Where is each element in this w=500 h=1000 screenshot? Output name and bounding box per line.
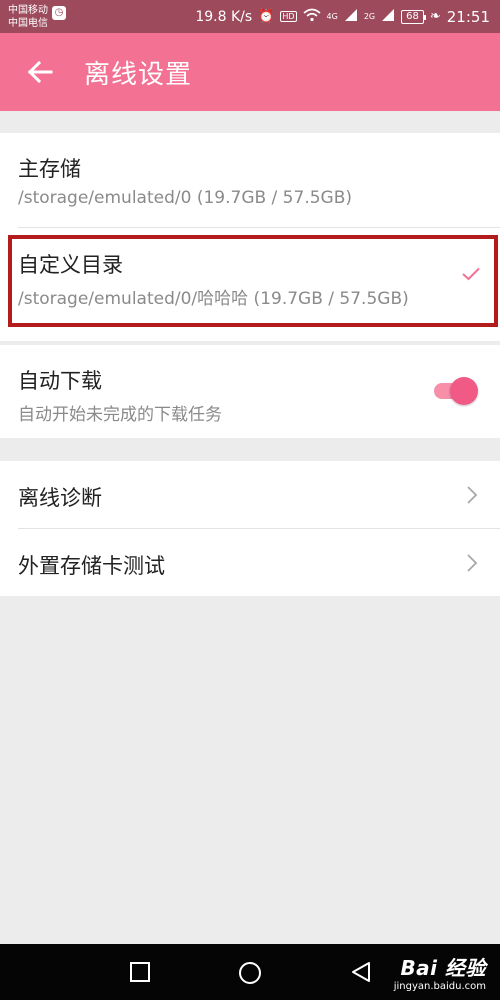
storage-option-path: /storage/emulated/0 (19.7GB / 57.5GB): [18, 188, 353, 208]
network-speed: 19.8 K/s: [195, 8, 253, 25]
chevron-right-icon: [467, 554, 478, 572]
arrow-left-icon: [27, 60, 53, 84]
clock: 21:51: [446, 7, 490, 26]
auto-download-row[interactable]: 自动下载 自动开始未完成的下载任务: [0, 345, 500, 438]
more-settings-section: 离线诊断 外置存储卡测试: [0, 461, 500, 596]
offline-diagnosis-row[interactable]: 离线诊断: [0, 461, 500, 528]
divider: [18, 227, 500, 228]
back-button[interactable]: [24, 56, 56, 88]
storage-option-primary[interactable]: 主存储 /storage/emulated/0 (19.7GB / 57.5GB…: [0, 133, 500, 227]
carrier-2: 中国电信: [8, 17, 48, 29]
system-nav-bar: Bai 经验 jingyan.baidu.com: [0, 944, 500, 1000]
network-2g-label: 2G: [363, 12, 376, 21]
auto-download-title: 自动下载: [18, 369, 102, 393]
storage-option-title: 主存储: [18, 157, 81, 181]
auto-download-section: 自动下载 自动开始未完成的下载任务: [0, 345, 500, 438]
leaf-icon: ❧: [429, 9, 441, 24]
auto-download-subtitle: 自动开始未完成的下载任务: [18, 405, 222, 425]
recents-button[interactable]: [129, 961, 151, 983]
carrier-1: 中国移动: [8, 4, 48, 16]
highlight-annotation: [8, 235, 498, 327]
status-bar: 中国移动 中国电信 ◷ 19.8 K/s ⏰ HD 4G 2G 68 ❧ 21:…: [0, 0, 500, 33]
signal-icon-2: [381, 8, 395, 25]
sd-card-test-row[interactable]: 外置存储卡测试: [0, 529, 500, 596]
alarm-icon: ⏰: [258, 9, 275, 24]
wifi-icon: [303, 8, 321, 25]
watermark-sub: jingyan.baidu.com: [393, 981, 486, 992]
back-nav-button[interactable]: [350, 961, 372, 983]
storage-section: 主存储 /storage/emulated/0 (19.7GB / 57.5GB…: [0, 133, 500, 341]
signal-icon: [344, 8, 358, 25]
network-4g-label: 4G: [326, 12, 338, 21]
app-bar: 离线设置: [0, 33, 500, 111]
hd-badge: HD: [280, 11, 297, 22]
battery-indicator: 68: [401, 9, 426, 24]
chevron-right-icon: [467, 486, 478, 504]
watermark-main: Bai 经验: [400, 956, 486, 980]
notification-icon: ◷: [52, 5, 66, 20]
sd-card-test-label: 外置存储卡测试: [18, 554, 165, 578]
home-button[interactable]: [238, 961, 262, 985]
auto-download-toggle[interactable]: [434, 377, 478, 405]
baidu-watermark: Bai 经验 jingyan.baidu.com: [394, 952, 486, 992]
carrier-info: 中国移动 中国电信: [8, 4, 48, 30]
toggle-thumb: [450, 377, 478, 405]
offline-diagnosis-label: 离线诊断: [18, 486, 102, 510]
page-title: 离线设置: [84, 59, 193, 90]
